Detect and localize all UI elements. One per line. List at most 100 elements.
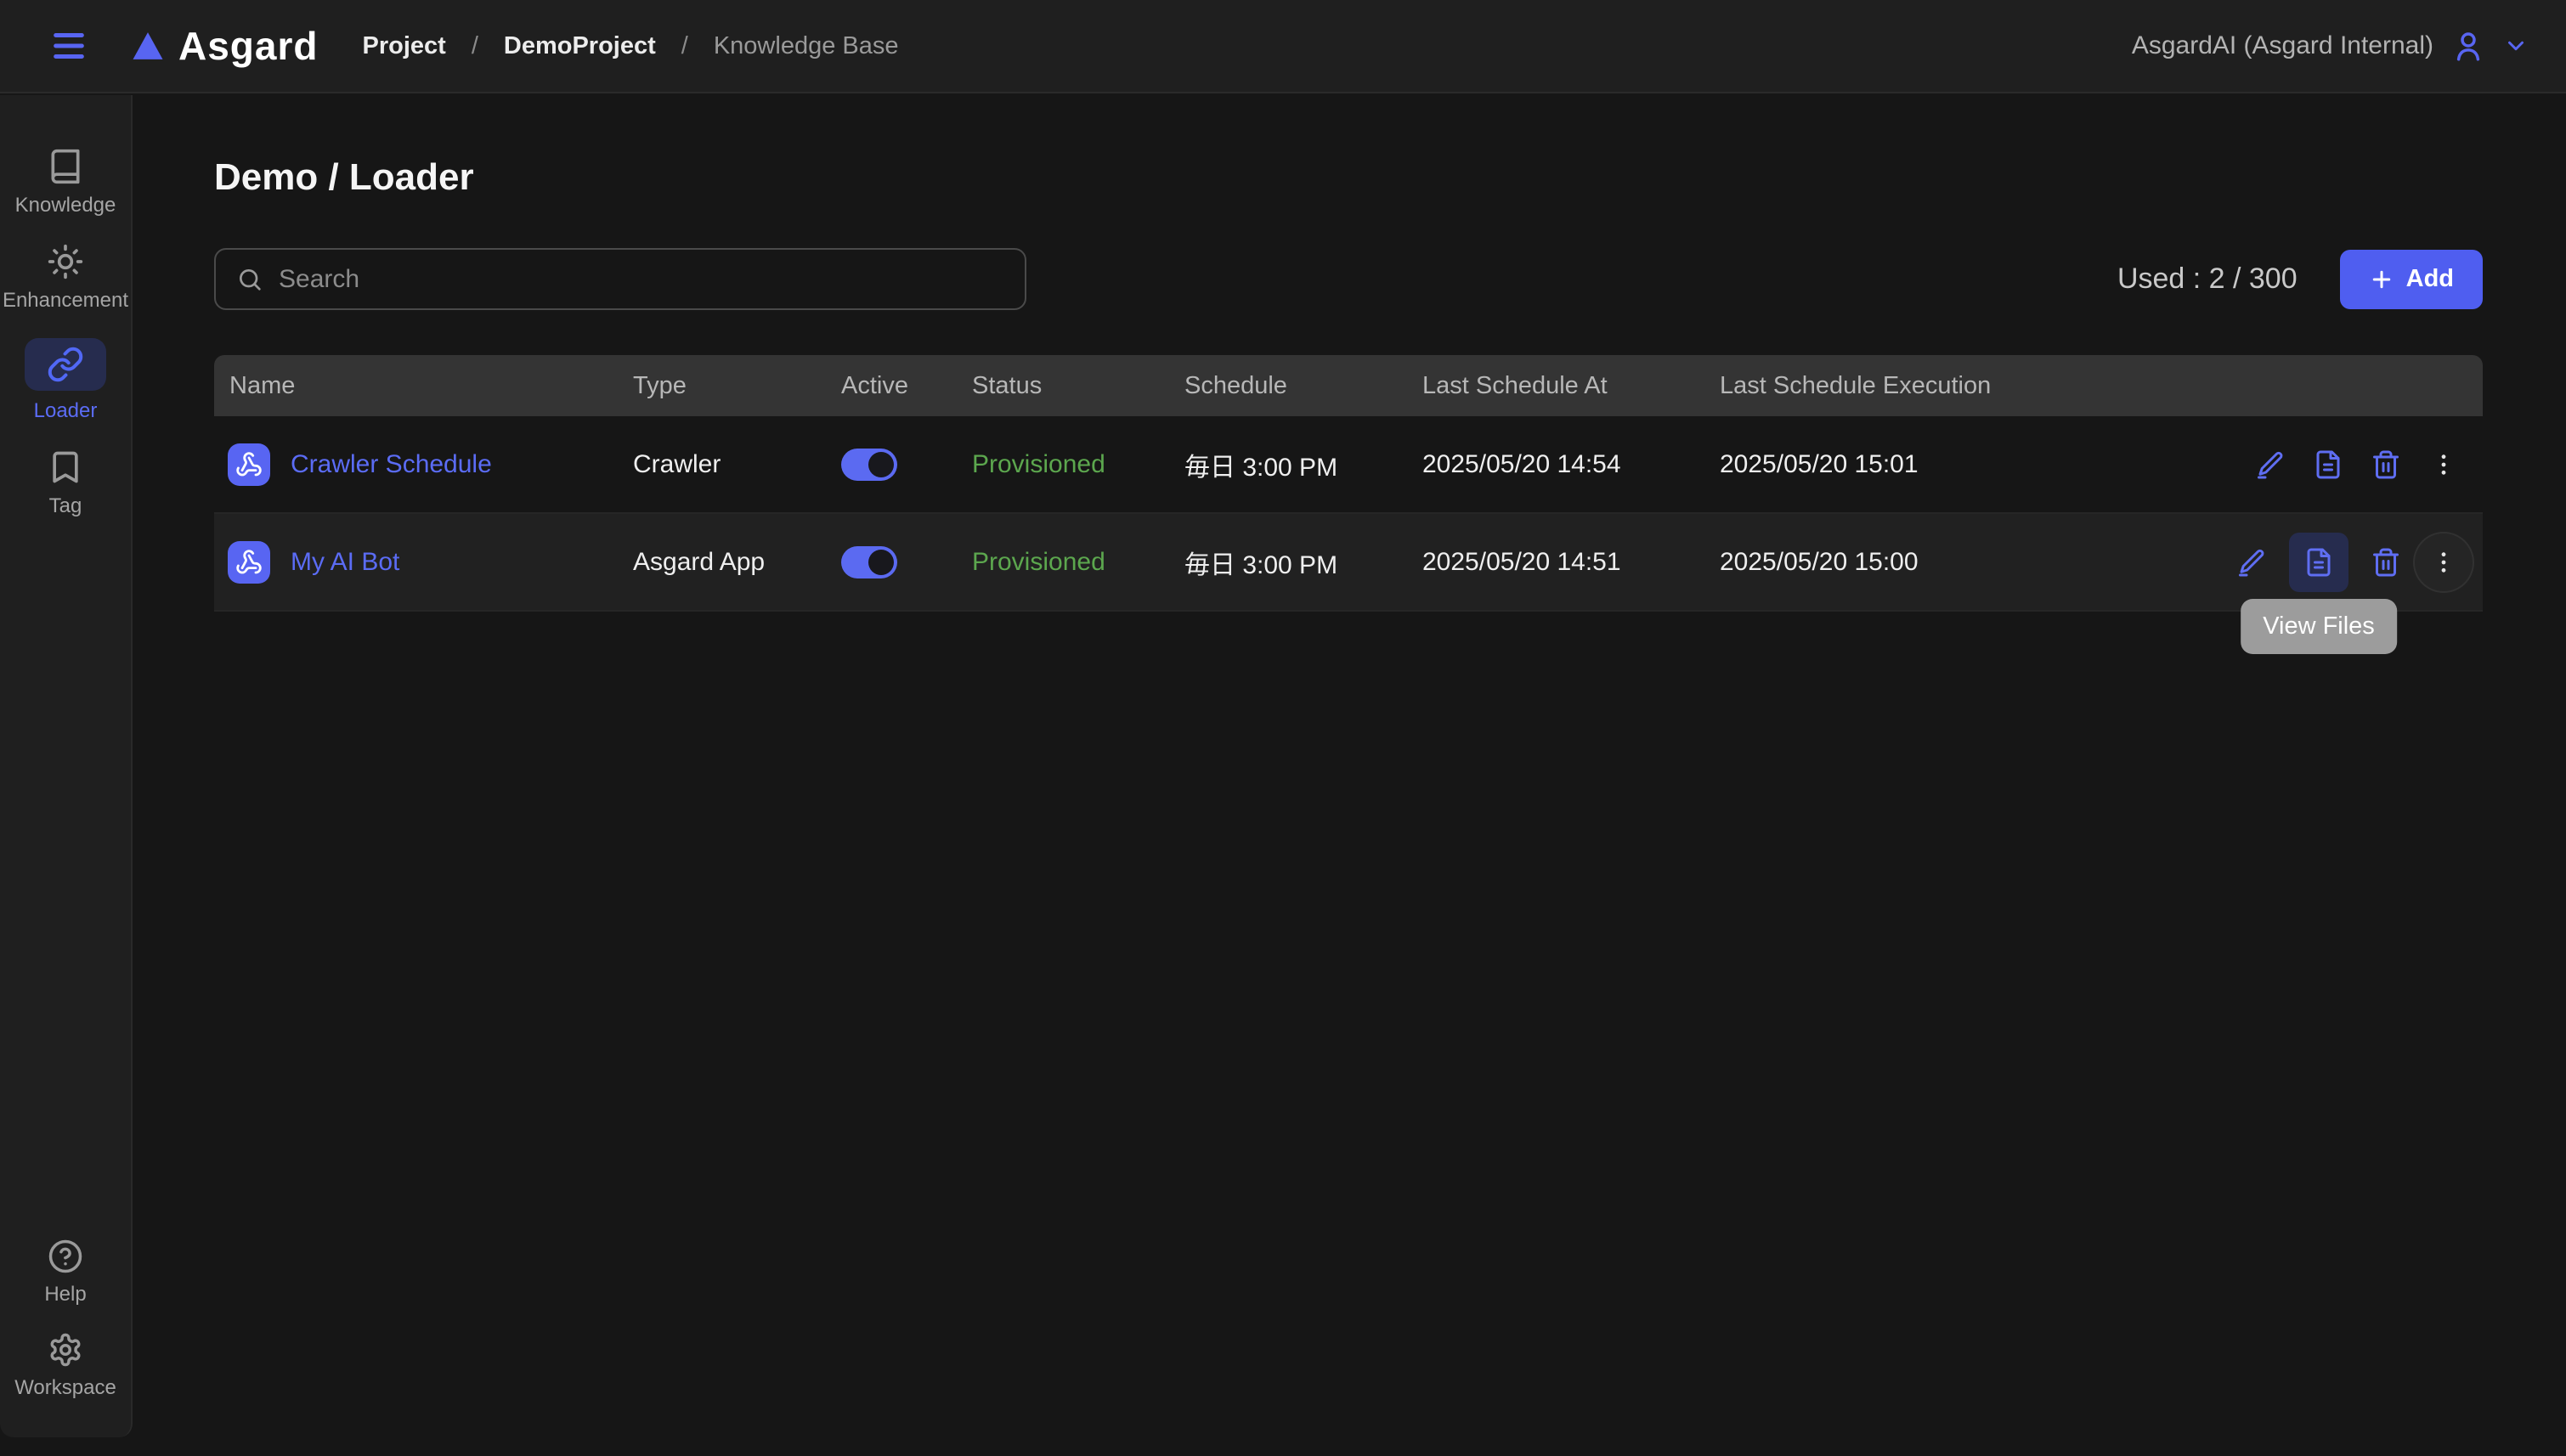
breadcrumb-demoproject[interactable]: DemoProject	[504, 32, 656, 60]
sidebar-label: Loader	[34, 399, 98, 423]
sun-icon	[47, 243, 84, 280]
search-icon	[236, 266, 263, 293]
loader-table: Name Type Active Status Schedule Last Sc…	[214, 355, 2483, 612]
top-navbar: Asgard Project / DemoProject / Knowledge…	[0, 0, 2566, 93]
column-header-type: Type	[618, 372, 826, 400]
add-button-label: Add	[2406, 265, 2454, 293]
trash-icon	[2371, 547, 2401, 578]
last-schedule-execution-cell: 2025/05/20 15:01	[1704, 450, 2041, 479]
help-circle-icon	[48, 1239, 83, 1274]
table-row: My AI Bot Asgard App Provisioned 毎日 3:00…	[214, 514, 2483, 612]
book-icon	[47, 148, 84, 185]
controls-right: Used : 2 / 300 Add	[2117, 250, 2483, 309]
breadcrumb-separator: /	[681, 32, 688, 60]
name-cell: Crawler Schedule	[214, 443, 618, 486]
add-button[interactable]: Add	[2340, 250, 2483, 309]
sidebar-item-enhancement[interactable]: Enhancement	[3, 243, 128, 313]
type-cell: Crawler	[618, 450, 826, 479]
name-cell: My AI Bot	[214, 541, 618, 584]
breadcrumb-current: Knowledge Base	[714, 32, 899, 60]
view-files-button[interactable]	[2308, 444, 2348, 485]
type-cell: Asgard App	[618, 548, 826, 577]
app-screen: Asgard Project / DemoProject / Knowledge…	[0, 0, 2566, 1456]
table-row: Crawler Schedule Crawler Provisioned 毎日 …	[214, 416, 2483, 514]
sidebar-label: Enhancement	[3, 289, 128, 313]
page-title: Demo / Loader	[214, 156, 2483, 199]
user-icon	[2450, 28, 2486, 64]
sidebar-label: Knowledge	[15, 194, 116, 217]
sidebar-item-tag[interactable]: Tag	[47, 449, 84, 518]
status-cell: Provisioned	[957, 450, 1169, 479]
sidebar-bottom: Help Workspace	[14, 1239, 116, 1400]
view-files-button[interactable]	[2289, 533, 2348, 592]
status-cell: Provisioned	[957, 548, 1169, 577]
column-header-last-schedule-at: Last Schedule At	[1407, 372, 1704, 400]
webhook-icon	[228, 443, 270, 486]
more-actions-button[interactable]	[2423, 542, 2464, 583]
brand-name: Asgard	[178, 23, 318, 69]
plus-icon	[2369, 267, 2394, 292]
breadcrumb-separator: /	[472, 32, 478, 60]
last-schedule-execution-cell: 2025/05/20 15:00	[1704, 548, 2041, 577]
schedule-cell: 毎日 3:00 PM	[1169, 446, 1407, 483]
file-icon	[2303, 547, 2334, 578]
sidebar-item-knowledge[interactable]: Knowledge	[15, 148, 116, 217]
active-toggle[interactable]	[841, 449, 897, 481]
sidebar-item-workspace[interactable]: Workspace	[14, 1332, 116, 1400]
actions-cell: View Files	[2041, 533, 2483, 592]
file-icon	[2313, 449, 2343, 480]
sidebar-item-help[interactable]: Help	[44, 1239, 86, 1306]
actions-cell	[2041, 444, 2483, 485]
chevron-down-icon	[2503, 33, 2529, 59]
sidebar: Knowledge Enhancement Loader Tag Help Wo…	[0, 95, 133, 1437]
edit-button[interactable]	[2231, 542, 2272, 583]
account-menu[interactable]: AsgardAI (Asgard Internal)	[2132, 28, 2529, 64]
breadcrumb-project[interactable]: Project	[362, 32, 445, 60]
account-name: AsgardAI (Asgard Internal)	[2132, 31, 2433, 60]
active-cell	[826, 546, 957, 578]
row-name-link[interactable]: Crawler Schedule	[291, 450, 492, 479]
usage-counter: Used : 2 / 300	[2117, 262, 2298, 296]
column-header-name: Name	[214, 372, 618, 400]
last-schedule-at-cell: 2025/05/20 14:51	[1407, 548, 1704, 577]
edit-button[interactable]	[2250, 444, 2291, 485]
toggle-knob	[868, 452, 894, 477]
active-cell	[826, 449, 957, 481]
kebab-menu-icon	[2430, 549, 2457, 576]
brand-logo[interactable]: Asgard	[129, 23, 318, 69]
sidebar-label: Tag	[49, 494, 82, 518]
toggle-knob	[868, 550, 894, 575]
triangle-logo-icon	[129, 29, 167, 63]
sidebar-label: Workspace	[14, 1376, 116, 1400]
row-name-link[interactable]: My AI Bot	[291, 548, 399, 577]
delete-button[interactable]	[2365, 542, 2406, 583]
search-box	[214, 248, 1026, 310]
column-header-status: Status	[957, 372, 1169, 400]
table-header: Name Type Active Status Schedule Last Sc…	[214, 355, 2483, 416]
active-toggle[interactable]	[841, 546, 897, 578]
view-files-tooltip: View Files	[2241, 599, 2397, 654]
controls-bar: Used : 2 / 300 Add	[214, 248, 2483, 310]
sidebar-item-loader[interactable]: Loader	[25, 338, 106, 423]
column-header-last-schedule-execution: Last Schedule Execution	[1704, 372, 2041, 400]
search-input[interactable]	[279, 265, 1004, 294]
gear-icon	[48, 1332, 83, 1368]
pencil-icon	[2255, 449, 2286, 480]
pencil-icon	[2236, 547, 2267, 578]
kebab-menu-icon	[2430, 451, 2457, 478]
sidebar-label: Help	[44, 1283, 86, 1306]
delete-button[interactable]	[2365, 444, 2406, 485]
main-content: Demo / Loader Used : 2 / 300 Add Name Ty…	[134, 95, 2566, 1456]
column-header-active: Active	[826, 372, 957, 400]
breadcrumb: Project / DemoProject / Knowledge Base	[362, 32, 898, 60]
column-header-schedule: Schedule	[1169, 372, 1407, 400]
last-schedule-at-cell: 2025/05/20 14:54	[1407, 450, 1704, 479]
link-icon	[47, 346, 84, 383]
bookmark-icon	[47, 449, 84, 486]
webhook-icon	[228, 541, 270, 584]
more-actions-button[interactable]	[2423, 444, 2464, 485]
active-item-highlight	[25, 338, 106, 391]
menu-hamburger-icon[interactable]	[49, 26, 88, 65]
trash-icon	[2371, 449, 2401, 480]
schedule-cell: 毎日 3:00 PM	[1169, 544, 1407, 581]
